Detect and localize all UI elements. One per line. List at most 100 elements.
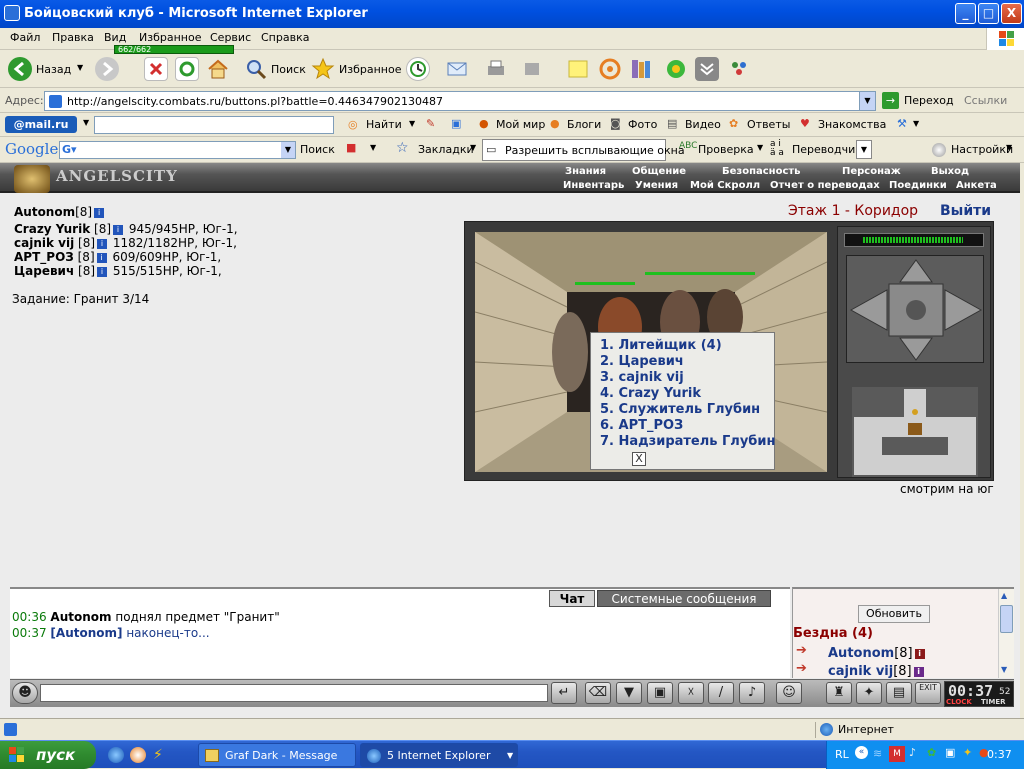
stop-icon[interactable] bbox=[144, 57, 168, 81]
language-indicator[interactable]: RL bbox=[835, 748, 849, 761]
links-label[interactable]: Ссылки bbox=[964, 94, 1007, 107]
tray-monitor-icon[interactable]: ▣ bbox=[945, 746, 955, 759]
info-icon[interactable]: i bbox=[914, 649, 925, 659]
party-member-name[interactable]: АРТ_РОЗ bbox=[14, 250, 74, 264]
refresh-icon[interactable] bbox=[175, 57, 199, 81]
maximize-button[interactable]: □ bbox=[978, 3, 999, 24]
send-enter-icon[interactable]: ↵ bbox=[551, 682, 577, 704]
target-list-item[interactable]: 4. Crazy Yurik bbox=[600, 386, 774, 402]
title-bar[interactable]: Бойцовский клуб - Microsoft Internet Exp… bbox=[0, 0, 1024, 28]
nav-inventory[interactable]: Инвентарь bbox=[563, 180, 624, 191]
google-pagerank-icon[interactable]: ■ bbox=[346, 141, 356, 154]
tools-dropdown-icon[interactable]: ▼ bbox=[913, 119, 919, 128]
bookmarks-dropdown-icon[interactable]: ▼ bbox=[470, 143, 476, 152]
mailru-item-photo[interactable]: Фото bbox=[628, 118, 657, 131]
check-dropdown-icon[interactable]: ▼ bbox=[757, 143, 763, 152]
tray-star-icon[interactable]: ✦ bbox=[963, 746, 972, 759]
nav-exit[interactable]: Выход bbox=[931, 166, 969, 177]
player-name[interactable]: Autonom bbox=[14, 205, 75, 219]
tab-chat[interactable]: Чат bbox=[549, 590, 595, 607]
info-icon[interactable]: i bbox=[96, 253, 107, 263]
google-check-button[interactable]: Проверка bbox=[698, 143, 754, 156]
lock-icon[interactable]: ▤ bbox=[886, 682, 912, 704]
transfer-icon[interactable]: / bbox=[708, 682, 734, 704]
mail-icon[interactable] bbox=[445, 57, 469, 81]
chat-author[interactable]: [Autonom] bbox=[50, 626, 122, 640]
menu-help[interactable]: Справка bbox=[261, 31, 309, 44]
note-icon[interactable] bbox=[566, 57, 590, 81]
search-button-label[interactable]: Поиск bbox=[271, 63, 306, 76]
fighters-icon[interactable]: ☓ bbox=[678, 682, 704, 704]
window-icon[interactable]: ▣ bbox=[451, 117, 461, 130]
taskbar-item-message[interactable]: Graf Dark - Message bbox=[198, 743, 356, 767]
mailru-item-answers[interactable]: Ответы bbox=[747, 118, 790, 131]
info-icon[interactable]: i bbox=[913, 667, 924, 677]
filter-icon[interactable]: ▼ bbox=[616, 682, 642, 704]
at-sign-icon[interactable] bbox=[598, 57, 622, 81]
mailru-logo[interactable]: @mail.ru bbox=[5, 116, 77, 133]
quicklaunch-winamp-icon[interactable]: ⚡ bbox=[153, 747, 163, 763]
google-search-input[interactable]: G▾ ▼ bbox=[59, 141, 296, 159]
google-search-button[interactable]: Поиск bbox=[300, 143, 335, 156]
speaker-head-icon[interactable]: ☻ bbox=[12, 682, 38, 704]
google-bookmarks-button[interactable]: Закладки bbox=[418, 143, 474, 156]
online-user-name[interactable]: Autonom bbox=[828, 646, 894, 661]
archive-icon[interactable] bbox=[695, 57, 719, 81]
print-icon[interactable] bbox=[484, 57, 508, 81]
history-icon[interactable] bbox=[406, 57, 430, 81]
private-message-arrow-icon[interactable]: ➔ bbox=[796, 661, 807, 676]
mailru-find-dropdown-icon[interactable]: ▼ bbox=[409, 119, 415, 128]
address-input[interactable]: http://angelscity.combats.ru/buttons.pl?… bbox=[44, 91, 876, 111]
close-button[interactable]: X bbox=[1001, 3, 1022, 24]
bag-icon[interactable]: ♜ bbox=[826, 682, 852, 704]
party-member-name[interactable]: Crazy Yurik bbox=[14, 222, 90, 236]
info-icon[interactable]: i bbox=[97, 239, 108, 249]
party-member-name[interactable]: Царевич bbox=[14, 264, 74, 278]
refresh-button[interactable]: Обновить bbox=[858, 605, 930, 623]
back-dropdown-icon[interactable]: ▼ bbox=[77, 63, 83, 72]
quicklaunch-media-icon[interactable] bbox=[130, 747, 146, 763]
nav-my-scroll[interactable]: Мой Скролл bbox=[690, 180, 760, 191]
scroll-up-icon[interactable]: ▲ bbox=[1001, 591, 1007, 600]
quicklaunch-ie-icon[interactable] bbox=[108, 747, 124, 763]
mailru-dropdown-icon[interactable]: ▼ bbox=[83, 118, 89, 127]
mailru-search-input[interactable] bbox=[94, 116, 334, 134]
settings-dropdown-icon[interactable]: ▼ bbox=[1006, 143, 1012, 152]
google-logo[interactable]: Google bbox=[5, 140, 58, 158]
popup-close-button[interactable]: X bbox=[632, 452, 646, 466]
nav-profile[interactable]: Анкета bbox=[956, 180, 997, 191]
back-button-label[interactable]: Назад bbox=[36, 63, 71, 76]
chat-input[interactable] bbox=[40, 684, 548, 702]
nav-character[interactable]: Персонаж bbox=[842, 166, 901, 177]
tray-speaker-icon[interactable]: ♪ bbox=[909, 746, 916, 759]
target-list-item[interactable]: 6. АРТ_РОЗ bbox=[600, 418, 774, 434]
tray-clock[interactable]: 0:37 bbox=[987, 748, 1012, 761]
back-arrow-icon[interactable] bbox=[8, 57, 32, 81]
mailru-find-button[interactable]: Найти bbox=[366, 118, 402, 131]
edit-icon[interactable] bbox=[521, 57, 545, 81]
google-translate-button[interactable]: Переводчик bbox=[792, 143, 862, 156]
forward-arrow-icon[interactable] bbox=[95, 57, 119, 81]
info-icon[interactable]: i bbox=[97, 267, 108, 277]
menu-tools[interactable]: Сервис bbox=[210, 31, 251, 44]
menu-edit[interactable]: Правка bbox=[52, 31, 94, 44]
nav-communication[interactable]: Общение bbox=[632, 166, 686, 177]
target-list-item[interactable]: 3. cajnik vij bbox=[600, 370, 774, 386]
start-button[interactable]: пуск bbox=[0, 741, 96, 769]
users-scrollbar[interactable]: ▲ ▼ bbox=[998, 589, 1014, 678]
private-message-arrow-icon[interactable]: ➔ bbox=[796, 643, 807, 658]
mailru-item-blogs[interactable]: Блоги bbox=[567, 118, 601, 131]
save-log-icon[interactable]: ▣ bbox=[647, 682, 673, 704]
highlight-icon[interactable]: ✎ bbox=[426, 117, 435, 130]
nav-transfer-report[interactable]: Отчет о переводах bbox=[770, 180, 880, 191]
minimize-button[interactable]: _ bbox=[955, 3, 976, 24]
tray-network-icon[interactable]: ≋ bbox=[873, 747, 882, 760]
google-settings-button[interactable]: Настройки bbox=[951, 143, 1013, 156]
home-icon[interactable] bbox=[206, 57, 230, 81]
tray-app-icon[interactable]: M bbox=[889, 746, 905, 762]
icq-flower-icon[interactable] bbox=[664, 57, 688, 81]
search-icon[interactable] bbox=[244, 57, 268, 81]
tab-system-messages[interactable]: Системные сообщения bbox=[597, 590, 771, 607]
address-dropdown-icon[interactable]: ▼ bbox=[859, 92, 875, 110]
online-user-name[interactable]: cajnik vij bbox=[828, 664, 893, 679]
